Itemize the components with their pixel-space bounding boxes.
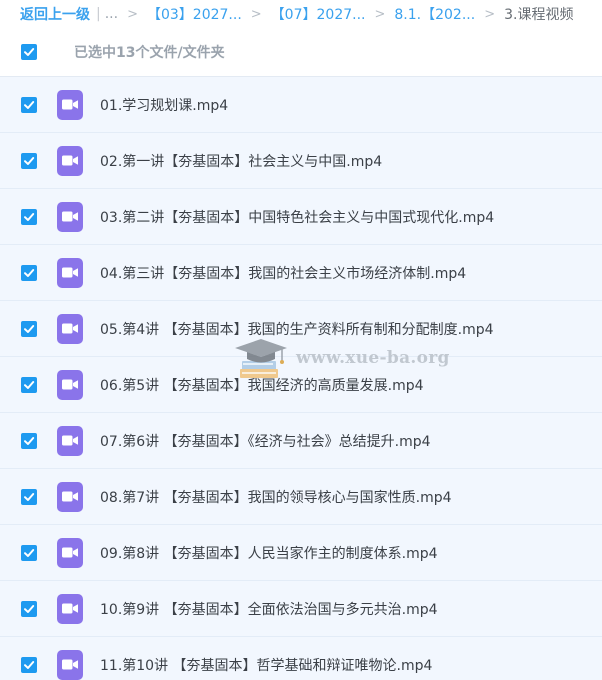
- checkmark-icon: [24, 324, 35, 333]
- checkmark-icon: [24, 100, 35, 109]
- file-row[interactable]: 03.第二讲【夯基固本】中国特色社会主义与中国式现代化.mp4: [0, 189, 602, 245]
- file-row[interactable]: 01.学习规划课.mp4: [0, 77, 602, 133]
- video-file-icon: [57, 89, 83, 120]
- video-file-icon: [57, 537, 83, 568]
- file-row[interactable]: 06.第5讲 【夯基固本】我国经济的高质量发展.mp4: [0, 357, 602, 413]
- breadcrumb-ellipsis[interactable]: ...: [105, 6, 118, 22]
- file-checkbox[interactable]: [21, 264, 37, 281]
- checkmark-icon: [24, 492, 35, 501]
- file-row[interactable]: 10.第9讲 【夯基固本】全面依法治国与多元共治.mp4: [0, 581, 602, 637]
- checkmark-icon: [24, 436, 35, 445]
- file-row[interactable]: 09.第8讲 【夯基固本】人民当家作主的制度体系.mp4: [0, 525, 602, 581]
- file-name: 01.学习规划课.mp4: [100, 97, 229, 114]
- file-name: 11.第10讲 【夯基固本】哲学基础和辩证唯物论.mp4: [100, 657, 433, 674]
- file-name: 08.第7讲 【夯基固本】我国的领导核心与国家性质.mp4: [100, 489, 452, 506]
- video-file-icon: [57, 257, 83, 288]
- breadcrumb-item[interactable]: 8.1.【202...: [394, 4, 475, 24]
- breadcrumb-current: 3.课程视频: [504, 7, 574, 23]
- file-checkbox[interactable]: [21, 376, 37, 393]
- file-browser-page: 返回上一级 | ... > 【03】2027... > 【07】2027... …: [0, 0, 602, 680]
- video-file-icon: [57, 593, 83, 624]
- back-link[interactable]: 返回上一级: [20, 4, 90, 24]
- file-checkbox[interactable]: [21, 656, 37, 673]
- file-row[interactable]: 08.第7讲 【夯基固本】我国的领导核心与国家性质.mp4: [0, 469, 602, 525]
- video-file-icon: [57, 481, 83, 512]
- breadcrumb-item[interactable]: 【03】2027...: [147, 4, 242, 24]
- video-file-icon: [57, 649, 83, 680]
- file-name: 09.第8讲 【夯基固本】人民当家作主的制度体系.mp4: [100, 545, 438, 562]
- selection-bar: 已选中13个文件/文件夹: [0, 28, 602, 77]
- file-name: 05.第4讲 【夯基固本】我国的生产资料所有制和分配制度.mp4: [100, 321, 494, 338]
- breadcrumb-separator: >: [374, 6, 386, 22]
- breadcrumb-item[interactable]: 【07】2027...: [271, 4, 366, 24]
- video-file-icon: [57, 425, 83, 456]
- file-checkbox[interactable]: [21, 96, 37, 113]
- file-row[interactable]: 11.第10讲 【夯基固本】哲学基础和辩证唯物论.mp4: [0, 637, 602, 680]
- checkmark-icon: [24, 548, 35, 557]
- breadcrumb-separator: >: [127, 6, 138, 22]
- file-checkbox[interactable]: [21, 432, 37, 449]
- file-row[interactable]: 04.第三讲【夯基固本】我国的社会主义市场经济体制.mp4: [0, 245, 602, 301]
- video-file-icon: [57, 369, 83, 400]
- checkmark-icon: [24, 156, 35, 165]
- video-file-icon: [57, 145, 83, 176]
- file-name: 03.第二讲【夯基固本】中国特色社会主义与中国式现代化.mp4: [100, 209, 495, 226]
- file-list: 01.学习规划课.mp4 02.第一讲【夯基固本】社会主义与中国.mp4 03.第二…: [0, 77, 602, 680]
- file-checkbox[interactable]: [21, 488, 37, 505]
- file-row[interactable]: 05.第4讲 【夯基固本】我国的生产资料所有制和分配制度.mp4: [0, 301, 602, 357]
- file-name: 06.第5讲 【夯基固本】我国经济的高质量发展.mp4: [100, 377, 424, 394]
- breadcrumb-separator: >: [250, 6, 262, 22]
- file-checkbox[interactable]: [21, 320, 37, 337]
- file-checkbox[interactable]: [21, 600, 37, 617]
- file-name: 10.第9讲 【夯基固本】全面依法治国与多元共治.mp4: [100, 601, 438, 618]
- checkmark-icon: [24, 380, 35, 389]
- file-name: 07.第6讲 【夯基固本】《经济与社会》总结提升.mp4: [100, 433, 431, 450]
- video-file-icon: [57, 201, 83, 232]
- file-checkbox[interactable]: [21, 152, 37, 169]
- checkmark-icon: [24, 604, 35, 613]
- selection-count: 已选中13个文件/文件夹: [74, 45, 225, 61]
- breadcrumb-separator: >: [484, 6, 496, 22]
- breadcrumb: 返回上一级 | ... > 【03】2027... > 【07】2027... …: [0, 0, 602, 28]
- file-row[interactable]: 07.第6讲 【夯基固本】《经济与社会》总结提升.mp4: [0, 413, 602, 469]
- file-name: 02.第一讲【夯基固本】社会主义与中国.mp4: [100, 153, 383, 170]
- file-name: 04.第三讲【夯基固本】我国的社会主义市场经济体制.mp4: [100, 265, 467, 282]
- file-row[interactable]: 02.第一讲【夯基固本】社会主义与中国.mp4: [0, 133, 602, 189]
- file-checkbox[interactable]: [21, 544, 37, 561]
- video-file-icon: [57, 313, 83, 344]
- checkmark-icon: [24, 660, 35, 669]
- checkmark-icon: [24, 212, 35, 221]
- select-all-checkbox[interactable]: [21, 44, 37, 60]
- breadcrumb-divider: |: [96, 6, 101, 22]
- checkmark-icon: [24, 48, 35, 56]
- checkmark-icon: [24, 268, 35, 277]
- file-checkbox[interactable]: [21, 208, 37, 225]
